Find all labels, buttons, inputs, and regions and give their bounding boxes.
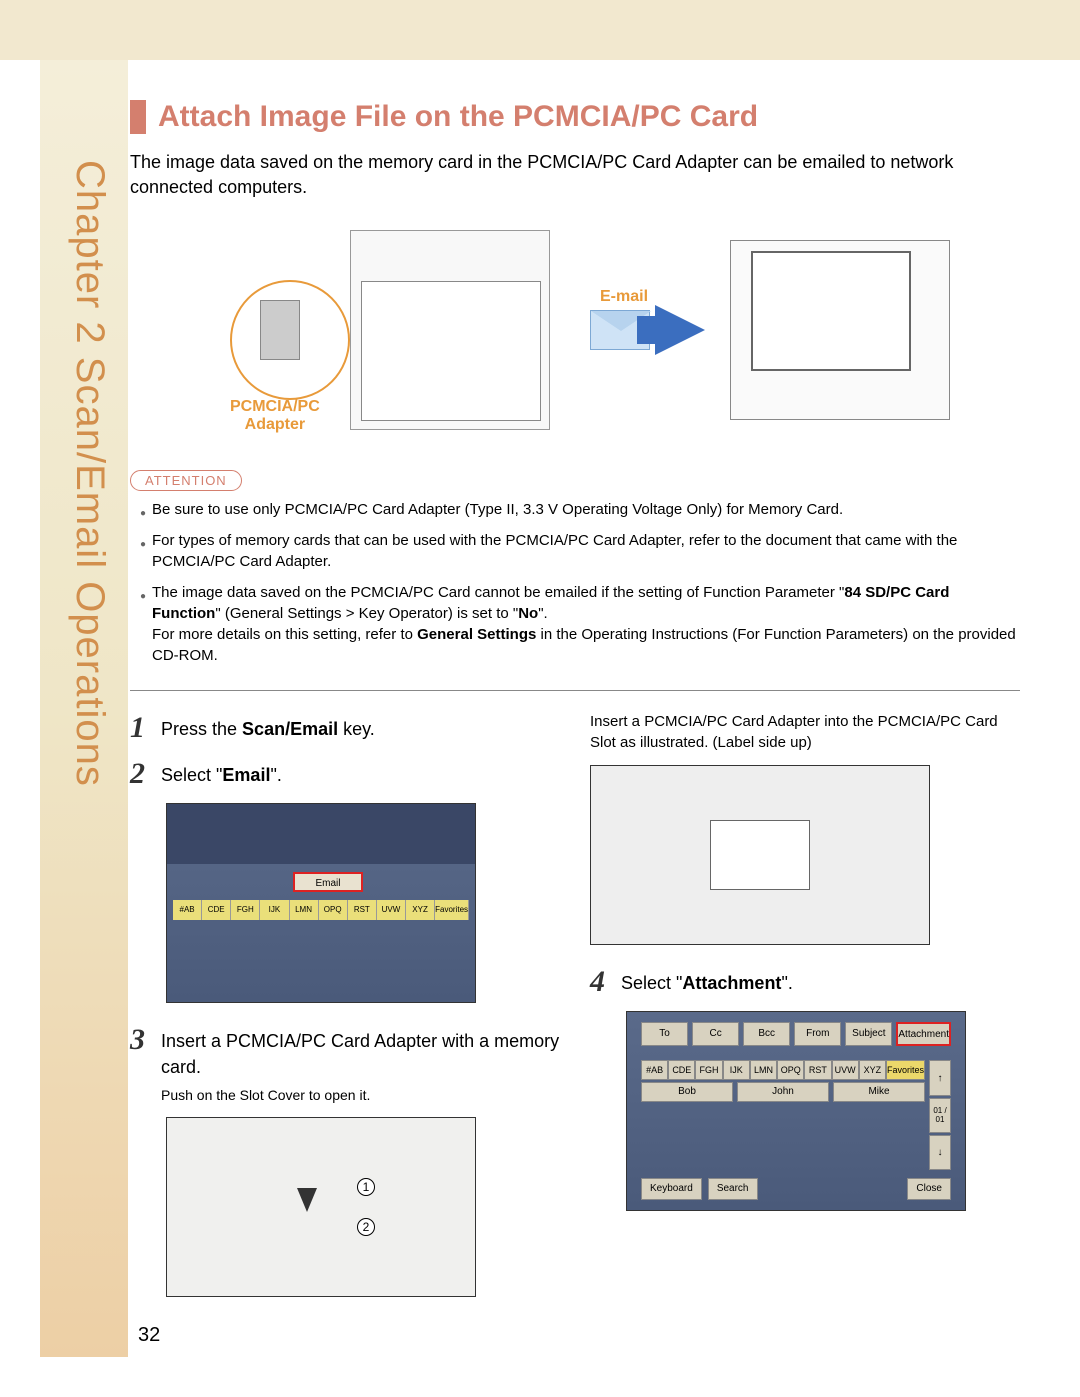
- card-in-hand-icon: [710, 820, 810, 890]
- attachment-tab-highlight: Attachment: [896, 1022, 951, 1046]
- attention-item-1: Be sure to use only PCMCIA/PC Card Adapt…: [140, 499, 1020, 520]
- chapter-label: Chapter 2 Scan/Email Operations: [52, 160, 112, 787]
- attention-item-3: The image data saved on the PCMCIA/PC Ca…: [140, 582, 1020, 666]
- intro-paragraph: The image data saved on the memory card …: [130, 150, 1020, 200]
- alpha-tabs-row: #ABCDEFGHIJKLMNOPQRSTUVWXYZFavorites: [173, 900, 469, 920]
- contact-names-row: BobJohnMike: [641, 1082, 925, 1102]
- email-button-highlight: Email: [293, 872, 363, 892]
- alpha-tabs-row-2: #ABCDEFGHIJKLMNOPQRSTUVWXYZFavorites: [641, 1060, 925, 1080]
- arrow-icon: [655, 305, 705, 355]
- page-content: Attach Image File on the PCMCIA/PC Card …: [130, 100, 1020, 1317]
- section-title: Attach Image File on the PCMCIA/PC Card: [130, 100, 1020, 134]
- page-number: 32: [138, 1324, 160, 1347]
- printer-illustration: [350, 230, 550, 430]
- callout-1: 1: [357, 1178, 375, 1196]
- step-2: 2 Select "Email".: [130, 757, 560, 791]
- screenshot-insert-card: [590, 765, 930, 945]
- adapter-label: PCMCIA/PC Adapter: [230, 398, 320, 433]
- step-3: 3 Insert a PCMCIA/PC Card Adapter with a…: [130, 1023, 560, 1105]
- screenshot-slot-cover: 1 2: [166, 1117, 476, 1297]
- step-4: 4 Select "Attachment".: [590, 965, 1020, 999]
- concept-diagram: PCMCIA/PC Adapter E-mail: [130, 220, 1020, 450]
- attention-item-2: For types of memory cards that can be us…: [140, 530, 1020, 572]
- adapter-card-icon: [260, 300, 300, 360]
- email-label: E-mail: [600, 288, 648, 306]
- callout-2: 2: [357, 1218, 375, 1236]
- laptop-illustration: [730, 240, 950, 420]
- step-3-note: Push on the Slot Cover to open it.: [161, 1086, 560, 1106]
- down-arrow-icon: [297, 1188, 317, 1212]
- attention-badge: ATTENTION: [130, 470, 242, 491]
- screenshot-attachment-select: To Cc Bcc From Subject Attachment #ABCDE…: [626, 1011, 966, 1211]
- scroll-up-icon: ↑: [929, 1060, 951, 1095]
- scroll-down-icon: ↓: [929, 1135, 951, 1170]
- attention-block: ATTENTION Be sure to use only PCMCIA/PC …: [130, 470, 1020, 691]
- screenshot-email-select: Email #ABCDEFGHIJKLMNOPQRSTUVWXYZFavorit…: [166, 803, 476, 1003]
- scroll-buttons: ↑ 01 / 01 ↓: [929, 1060, 951, 1170]
- email-field-tabs: To Cc Bcc From Subject Attachment: [641, 1022, 951, 1046]
- bottom-buttons: Keyboard Search Close: [641, 1178, 951, 1200]
- step-1: 1 Press the Scan/Email key.: [130, 711, 560, 745]
- page-top-bar: [0, 0, 1080, 60]
- step-3b-note: Insert a PCMCIA/PC Card Adapter into the…: [590, 711, 1020, 753]
